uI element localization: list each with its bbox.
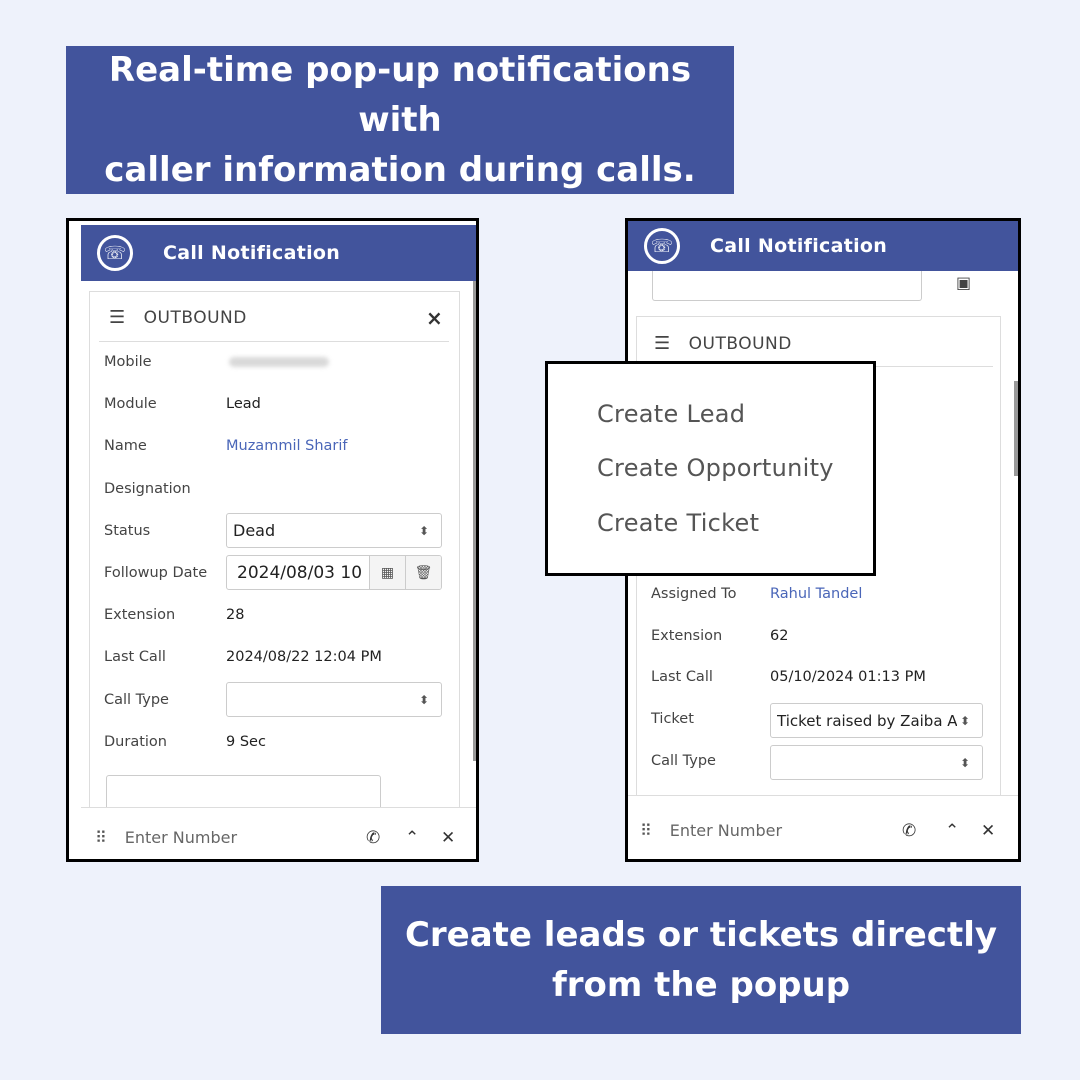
mobile-value-redacted [229,357,329,367]
headline-line-1: Create leads or tickets directly [404,915,998,955]
phone-icon[interactable]: ✆ [902,821,916,841]
section-header: ☰ OUTBOUND [109,307,247,328]
last-call-value: 2024/08/22 12:04 PM [226,649,382,665]
label-name: Name [104,438,147,454]
name-link[interactable]: Muzammil Sharif [226,438,348,454]
assigned-to-link[interactable]: Rahul Tandel [770,586,862,602]
ticket-select[interactable]: Ticket raised by Zaiba A ⬍ [770,703,983,738]
label-mobile: Mobile [104,354,152,370]
chevron-up-icon[interactable]: ⌃ [945,821,959,841]
scrollbar[interactable] [1014,381,1018,476]
row-name: Name Muzammil Sharif [104,438,348,454]
section-header: ☰ OUTBOUND [654,333,792,354]
close-icon[interactable]: ✕ [441,828,455,848]
hamburger-icon[interactable]: ☰ [654,333,671,354]
followup-date-input[interactable]: 2024/08/03 10 ▦ 🗑 [226,555,442,590]
label-assigned-to: Assigned To [651,586,737,602]
last-call-value: 05/10/2024 01:13 PM [770,669,926,685]
row-duration: Duration 9 Sec [104,734,266,750]
row-designation: Designation [104,481,191,497]
label-extension: Extension [104,607,176,623]
label-status: Status [104,523,151,539]
enter-number-input[interactable]: Enter Number [670,821,782,840]
row-followup: Followup Date [104,565,207,581]
row-status: Status [104,523,150,539]
call-type-select[interactable]: ⬍ [226,682,442,717]
card-border-top [89,291,459,292]
hamburger-icon[interactable]: ☰ [109,307,126,328]
panel-title: Call Notification [710,235,888,257]
label-ticket: Ticket [651,711,694,727]
calendar-icon[interactable]: ▦ [369,556,405,589]
row-call-type: Call Type [104,692,169,708]
headline-line-2: from the popup [551,965,851,1005]
extension-value: 28 [226,607,245,623]
row-call-type: Call Type [651,753,716,769]
create-actions-menu: Create Lead Create Opportunity Create Ti… [545,361,876,576]
trash-icon[interactable]: 🗑 [405,556,441,589]
label-designation: Designation [104,481,191,497]
row-last-call: Last Call 2024/08/22 12:04 PM [104,649,382,665]
grip-icon[interactable]: ⠿ [95,828,107,847]
headline-line-2: caller information during calls. [104,150,696,190]
panel-header: ☏ Call Notification [628,221,1018,271]
notes-textarea[interactable] [652,271,922,301]
panel-title: Call Notification [163,242,341,264]
phone-swirl-icon: ☏ [97,235,133,271]
card-border-right [1000,316,1001,796]
dialer-bar: ⠿ Enter Number ✆ ⌃ ✕ [81,807,476,859]
label-extension: Extension [651,628,723,644]
close-icon[interactable]: ✕ [981,821,995,841]
row-ticket: Ticket [651,711,694,727]
dialer-bar: ⠿ Enter Number ✆ ⌃ ✕ [628,795,1018,859]
label-duration: Duration [104,734,167,750]
divider [99,341,449,342]
headline-banner-top: Real-time pop-up notifications with call… [66,46,734,194]
card-border-right [459,291,460,831]
status-selected: Dead [233,521,276,540]
call-type-select[interactable]: ⬍ [770,745,983,780]
status-select[interactable]: Dead ⬍ [226,513,442,548]
label-call-type: Call Type [651,753,716,769]
followup-date-value: 2024/08/03 10 [237,562,363,583]
card-border-left [89,291,90,831]
row-assigned-to: Assigned To Rahul Tandel [651,586,862,602]
chevron-updown-icon: ⬍ [418,523,429,538]
menu-item-create-ticket[interactable]: Create Ticket [597,509,759,537]
panel-header: ☏ Call Notification [81,225,476,281]
label-last-call: Last Call [104,649,166,665]
row-module: Module Lead [104,396,261,412]
chevron-up-icon[interactable]: ⌃ [405,828,419,848]
label-module: Module [104,396,157,412]
menu-item-create-opportunity[interactable]: Create Opportunity [597,454,834,482]
chevron-updown-icon: ⬍ [418,692,429,707]
section-title: OUTBOUND [143,307,247,328]
ticket-selected: Ticket raised by Zaiba A [777,711,957,730]
label-last-call: Last Call [651,669,713,685]
module-value: Lead [226,396,261,412]
section-title: OUTBOUND [688,333,792,354]
scrollbar[interactable] [473,281,476,761]
menu-item-create-lead[interactable]: Create Lead [597,400,745,428]
save-icon[interactable]: ▣ [956,273,971,292]
phone-icon[interactable]: ✆ [366,828,380,848]
headline-line-1: Real-time pop-up notifications with [108,50,692,140]
chevron-updown-icon: ⬍ [959,755,970,770]
call-notification-panel-left: ☏ Call Notification ☰ OUTBOUND × Mobile … [66,218,479,862]
phone-swirl-icon: ☏ [644,228,680,264]
headline-banner-bottom: Create leads or tickets directly from th… [381,886,1021,1034]
grip-icon[interactable]: ⠿ [640,821,652,840]
duration-value: 9 Sec [226,734,266,750]
label-call-type: Call Type [104,692,169,708]
row-mobile: Mobile [104,354,329,370]
row-extension: Extension 62 [651,628,788,644]
row-last-call: Last Call 05/10/2024 01:13 PM [651,669,926,685]
close-icon[interactable]: × [426,306,443,330]
card-border-top [636,316,1000,317]
enter-number-input[interactable]: Enter Number [125,828,237,847]
label-followup-date: Followup Date [104,565,208,581]
extension-value: 62 [770,628,789,644]
row-extension: Extension 28 [104,607,244,623]
chevron-updown-icon: ⬍ [959,713,970,728]
